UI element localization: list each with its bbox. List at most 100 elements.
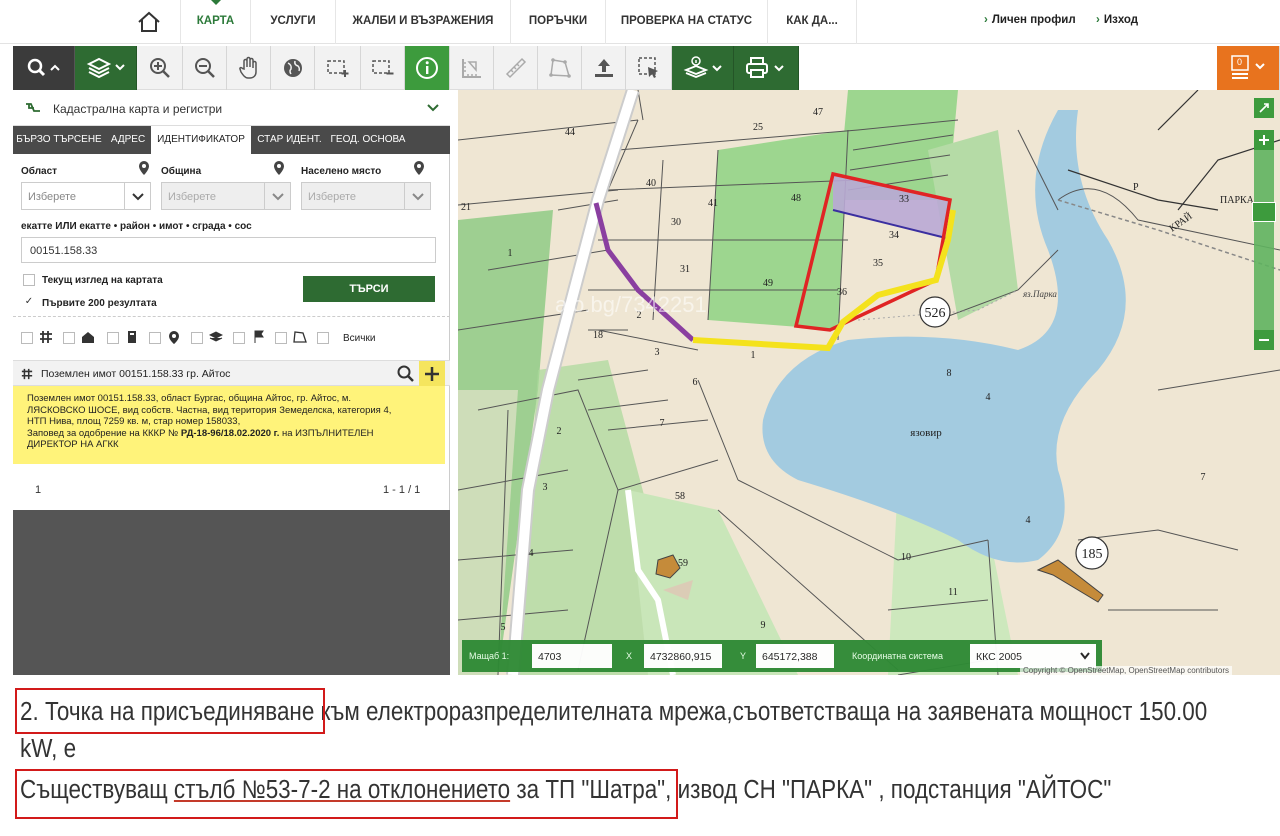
map-canvas[interactable]: 526 185 44 25 47 40 41 48 33 34 35 21 30 31 1 49 36 2 18… <box>458 90 1280 675</box>
info-button[interactable] <box>405 46 450 90</box>
result-header: Поземлен имот 00151.158.33 гр. Айтос <box>13 360 450 387</box>
tab-quick-search[interactable]: БЪРЗО ТЪРСЕНЕ <box>13 126 105 154</box>
parcel-number: 41 <box>708 198 718 209</box>
layers-button[interactable] <box>75 46 137 90</box>
obshtina-select[interactable]: Изберете <box>161 182 291 210</box>
zoom-out-button[interactable] <box>183 46 227 90</box>
measure-distance-button[interactable] <box>494 46 538 90</box>
parcel-number: 33 <box>899 194 909 205</box>
location-pin-icon[interactable] <box>413 160 425 176</box>
polygon-icon <box>293 331 307 343</box>
nav-item-map[interactable]: КАРТА <box>180 0 250 44</box>
identifier-input[interactable]: 00151.158.33 <box>21 237 436 263</box>
apartment-icon <box>128 331 136 343</box>
layer-info-button[interactable] <box>672 46 734 90</box>
search-button[interactable]: ТЪРСИ <box>303 276 435 302</box>
first-200-checkbox[interactable]: ✓ <box>23 296 35 308</box>
tab-geodetic-base[interactable]: ГЕОД. ОСНОВА <box>328 126 408 154</box>
nav-item-status-check[interactable]: ПРОВЕРКА НА СТАТУС <box>605 0 767 44</box>
location-pin-icon[interactable] <box>273 160 285 176</box>
result-line: ДИРЕКТОР НА АГКК <box>27 439 119 450</box>
current-view-checkbox[interactable] <box>23 274 35 286</box>
zoom-slider[interactable] <box>1254 150 1274 330</box>
zoom-to-icon[interactable] <box>397 365 415 383</box>
marker-label: 526 <box>925 306 946 321</box>
add-to-cart-button[interactable] <box>419 361 445 387</box>
naseleno-select[interactable]: Изберете <box>301 182 431 210</box>
measure-area-button[interactable] <box>450 46 494 90</box>
parcel-number: 30 <box>671 217 681 228</box>
zoom-in-map-button[interactable] <box>1254 130 1274 150</box>
parcel-number: 4 <box>986 392 991 403</box>
tab-identifier[interactable]: ИДЕНТИФИКАТОР <box>151 126 251 154</box>
scale-input[interactable]: 4703 <box>532 644 612 668</box>
chevron-down-icon <box>427 104 439 112</box>
chevron-down-icon <box>124 183 150 209</box>
cart-count: 0 <box>1237 57 1243 67</box>
add-region-button[interactable] <box>315 46 361 90</box>
selection-cursor-icon <box>637 57 658 78</box>
zoom-out-map-button[interactable] <box>1254 330 1274 350</box>
tab-old-identifier[interactable]: СТАР ИДЕНТ. <box>251 126 328 154</box>
oblast-label: Област <box>21 166 58 177</box>
map-toolbar: 0 <box>13 46 1280 90</box>
parcel-number: 34 <box>889 230 899 241</box>
filter-checkbox[interactable] <box>21 332 33 344</box>
parcel-number: 35 <box>873 258 883 269</box>
globe-icon <box>283 59 302 77</box>
logout-link[interactable]: › Изход <box>1096 14 1138 26</box>
filter-checkbox[interactable] <box>233 332 245 344</box>
upload-button[interactable] <box>582 46 626 90</box>
y-label: Y <box>740 651 747 661</box>
reservoir-name-label: яз.Парка <box>1022 289 1057 299</box>
marker-label: 185 <box>1082 547 1103 562</box>
zoom-slider-handle[interactable] <box>1252 202 1276 222</box>
print-button[interactable] <box>734 46 799 90</box>
filter-checkbox[interactable] <box>149 332 161 344</box>
filter-checkbox[interactable] <box>317 332 329 344</box>
layer-selector[interactable]: Кадастрална карта и регистри <box>13 90 450 126</box>
remove-region-button[interactable] <box>361 46 405 90</box>
zoom-in-icon <box>149 58 170 78</box>
home-icon[interactable] <box>136 10 162 34</box>
pager-page[interactable]: 1 <box>35 484 41 496</box>
pager-range: 1 - 1 / 1 <box>383 484 421 496</box>
globe-button[interactable] <box>271 46 315 90</box>
oblast-select-value: Изберете <box>28 191 77 203</box>
filter-checkbox[interactable] <box>107 332 119 344</box>
result-line: Поземлен имот 00151.158.33, област Бурга… <box>27 393 352 404</box>
plus-icon <box>425 367 439 381</box>
zoom-out-icon <box>194 58 215 78</box>
oblast-select[interactable]: Изберете <box>21 182 151 210</box>
cart-button[interactable]: 0 <box>1217 46 1280 90</box>
parcel-number: 31 <box>680 264 690 275</box>
tab-address[interactable]: АДРЕС <box>105 126 151 154</box>
coord-system-select[interactable]: ККС 2005 <box>970 644 1096 668</box>
draw-polygon-button[interactable] <box>538 46 582 90</box>
parcel-number: 11 <box>948 587 958 598</box>
filter-checkbox[interactable] <box>275 332 287 344</box>
x-label: X <box>626 651 633 661</box>
search-tool-button[interactable] <box>13 46 75 90</box>
profile-link[interactable]: › Личен профил <box>984 14 1076 26</box>
nav-item-orders[interactable]: ПОРЪЧКИ <box>510 0 605 44</box>
filter-checkbox[interactable] <box>191 332 203 344</box>
search-icon <box>27 58 60 77</box>
street-label: ПАРКА <box>1220 195 1255 206</box>
parcel-number: 4 <box>1026 515 1031 526</box>
ruler-area-icon <box>461 59 481 78</box>
location-pin-icon[interactable] <box>138 160 150 176</box>
region-add-icon <box>326 60 348 77</box>
layer-info-icon <box>683 56 722 78</box>
filter-checkbox[interactable] <box>63 332 75 344</box>
select-area-button[interactable] <box>626 46 672 90</box>
nav-item-services[interactable]: УСЛУГИ <box>250 0 335 44</box>
coord-system-value: ККС 2005 <box>976 651 1022 663</box>
nav-item-complaints[interactable]: ЖАЛБИ И ВЪЗРАЖЕНИЯ <box>335 0 510 44</box>
pan-button[interactable] <box>227 46 271 90</box>
screenshot: КАРТА УСЛУГИ ЖАЛБИ И ВЪЗРАЖЕНИЯ ПОРЪЧКИ … <box>0 0 1280 836</box>
zoom-in-button[interactable] <box>137 46 183 90</box>
nav-item-how-to[interactable]: КАК ДА... <box>767 0 857 44</box>
current-view-label: Текущ изглед на картата <box>42 275 163 286</box>
fullscreen-button[interactable] <box>1254 98 1274 118</box>
